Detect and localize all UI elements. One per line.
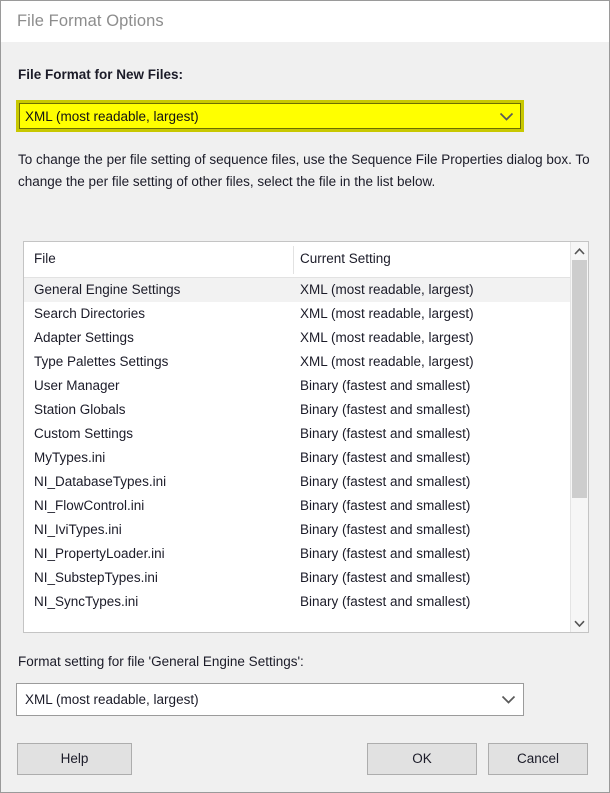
cell-file-name: Custom Settings xyxy=(34,426,134,441)
cell-current-setting: Binary (fastest and smallest) xyxy=(300,378,471,393)
cell-current-setting: Binary (fastest and smallest) xyxy=(300,546,471,561)
dialog-client-area: File Format for New Files: XML (most rea… xyxy=(1,42,609,792)
cell-file-name: NI_FlowControl.ini xyxy=(34,498,145,513)
new-files-format-value: XML (most readable, largest) xyxy=(25,108,199,124)
scroll-up-arrow-icon[interactable] xyxy=(571,242,588,260)
column-header-file[interactable]: File xyxy=(34,251,56,266)
cancel-button[interactable]: Cancel xyxy=(488,743,588,775)
cell-current-setting: Binary (fastest and smallest) xyxy=(300,474,471,489)
title-bar: File Format Options xyxy=(1,1,609,42)
table-row[interactable]: General Engine Settings XML (most readabl… xyxy=(24,278,588,302)
cell-file-name: User Manager xyxy=(34,378,120,393)
table-row[interactable]: Type Palettes Settings XML (most readable… xyxy=(24,350,588,374)
column-header-current-setting[interactable]: Current Setting xyxy=(300,251,391,266)
chevron-down-icon xyxy=(491,112,521,121)
cell-current-setting: Binary (fastest and smallest) xyxy=(300,522,471,537)
column-divider[interactable] xyxy=(293,246,294,274)
table-row[interactable]: NI_DatabaseTypes.ini Binary (fastest and … xyxy=(24,470,588,494)
table-row[interactable]: NI_SubstepTypes.ini Binary (fastest and s… xyxy=(24,566,588,590)
cell-current-setting: Binary (fastest and smallest) xyxy=(300,570,471,585)
new-files-format-label: File Format for New Files: xyxy=(18,67,184,82)
cell-file-name: NI_DatabaseTypes.ini xyxy=(34,474,167,489)
cell-file-name: General Engine Settings xyxy=(34,282,181,297)
cell-file-name: MyTypes.ini xyxy=(34,450,106,465)
help-button[interactable]: Help xyxy=(17,743,132,775)
window-title: File Format Options xyxy=(17,12,164,30)
cell-current-setting: XML (most readable, largest) xyxy=(300,282,474,297)
chevron-down-icon xyxy=(493,695,523,704)
file-settings-listview[interactable]: File Current Setting General Engine Sett… xyxy=(23,241,589,633)
description-text: To change the per file setting of sequen… xyxy=(18,152,590,189)
cell-file-name: NI_SubstepTypes.ini xyxy=(34,570,158,585)
file-format-options-dialog: File Format Options File Format for New … xyxy=(0,0,610,793)
scroll-down-arrow-icon[interactable] xyxy=(571,614,588,632)
file-format-setting-combobox[interactable]: XML (most readable, largest) xyxy=(16,683,524,716)
cell-current-setting: XML (most readable, largest) xyxy=(300,306,474,321)
new-files-format-combobox[interactable]: XML (most readable, largest) xyxy=(16,100,524,132)
cell-current-setting: Binary (fastest and smallest) xyxy=(300,594,471,609)
cell-file-name: NI_IviTypes.ini xyxy=(34,522,122,537)
table-row[interactable]: Adapter Settings XML (most readable, larg… xyxy=(24,326,588,350)
table-row[interactable]: Station Globals Binary (fastest and small… xyxy=(24,398,588,422)
listview-body: General Engine Settings XML (most readabl… xyxy=(24,278,588,632)
file-format-setting-label: Format setting for file 'General Engine … xyxy=(18,654,304,669)
table-row[interactable]: NI_FlowControl.ini Binary (fastest and sm… xyxy=(24,494,588,518)
cell-current-setting: Binary (fastest and smallest) xyxy=(300,402,471,417)
table-row[interactable]: NI_IviTypes.ini Binary (fastest and small… xyxy=(24,518,588,542)
cell-current-setting: Binary (fastest and smallest) xyxy=(300,498,471,513)
cell-current-setting: XML (most readable, largest) xyxy=(300,354,474,369)
table-row[interactable]: User Manager Binary (fastest and smallest… xyxy=(24,374,588,398)
cell-file-name: Search Directories xyxy=(34,306,146,321)
table-row[interactable]: NI_SyncTypes.ini Binary (fastest and smal… xyxy=(24,590,588,614)
cell-file-name: NI_SyncTypes.ini xyxy=(34,594,139,609)
listview-scrollbar[interactable] xyxy=(570,242,588,632)
file-format-setting-value: XML (most readable, largest) xyxy=(25,692,199,707)
cell-current-setting: Binary (fastest and smallest) xyxy=(300,426,471,441)
cell-file-name: Station Globals xyxy=(34,402,126,417)
table-row[interactable]: MyTypes.ini Binary (fastest and smallest) xyxy=(24,446,588,470)
listview-header: File Current Setting xyxy=(24,242,588,278)
cell-current-setting: Binary (fastest and smallest) xyxy=(300,450,471,465)
scrollbar-track[interactable] xyxy=(571,260,588,614)
cell-file-name: Adapter Settings xyxy=(34,330,134,345)
ok-button[interactable]: OK xyxy=(367,743,477,775)
cell-file-name: Type Palettes Settings xyxy=(34,354,169,369)
cell-current-setting: XML (most readable, largest) xyxy=(300,330,474,345)
table-row[interactable]: Search Directories XML (most readable, la… xyxy=(24,302,588,326)
table-row[interactable]: Custom Settings Binary (fastest and small… xyxy=(24,422,588,446)
table-row[interactable]: NI_PropertyLoader.ini Binary (fastest and… xyxy=(24,542,588,566)
cell-file-name: NI_PropertyLoader.ini xyxy=(34,546,165,561)
scrollbar-thumb[interactable] xyxy=(572,260,587,498)
